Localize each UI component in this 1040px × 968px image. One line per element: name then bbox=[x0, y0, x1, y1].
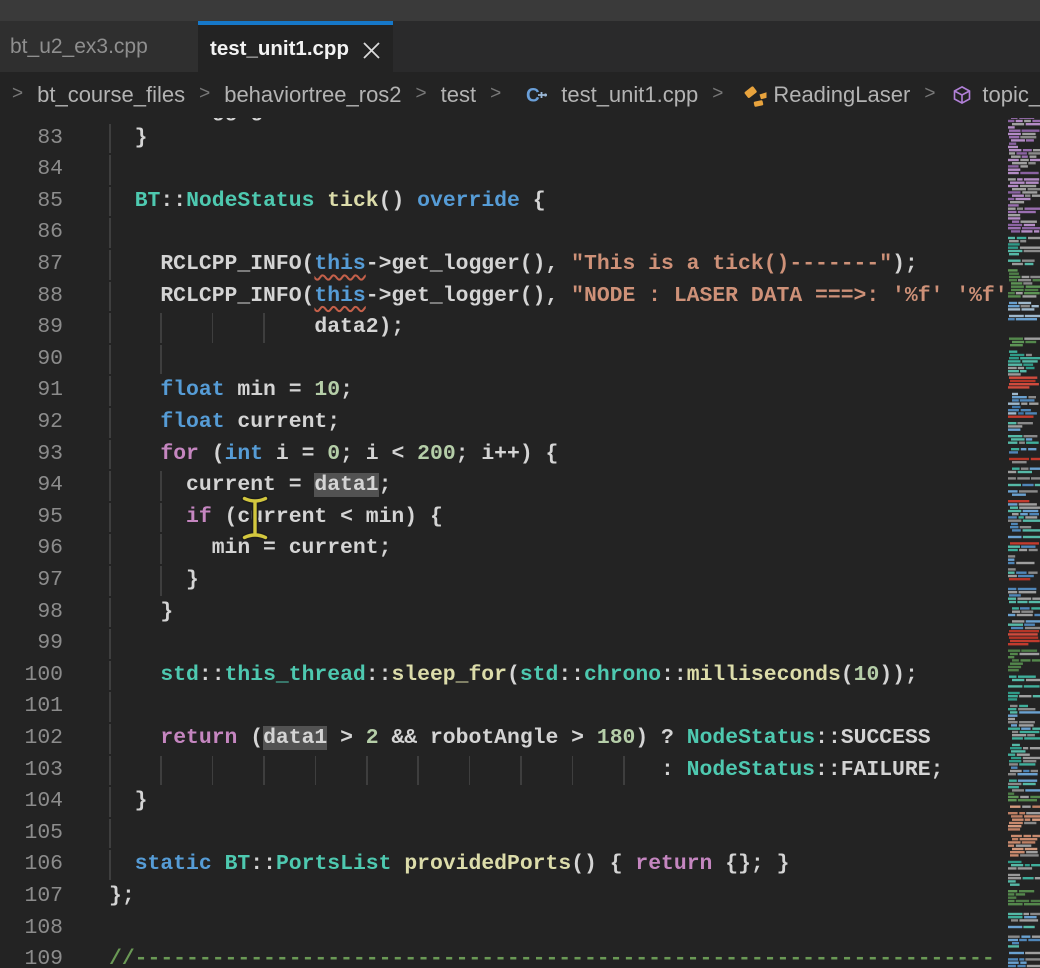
svg-text:C: C bbox=[526, 86, 540, 107]
